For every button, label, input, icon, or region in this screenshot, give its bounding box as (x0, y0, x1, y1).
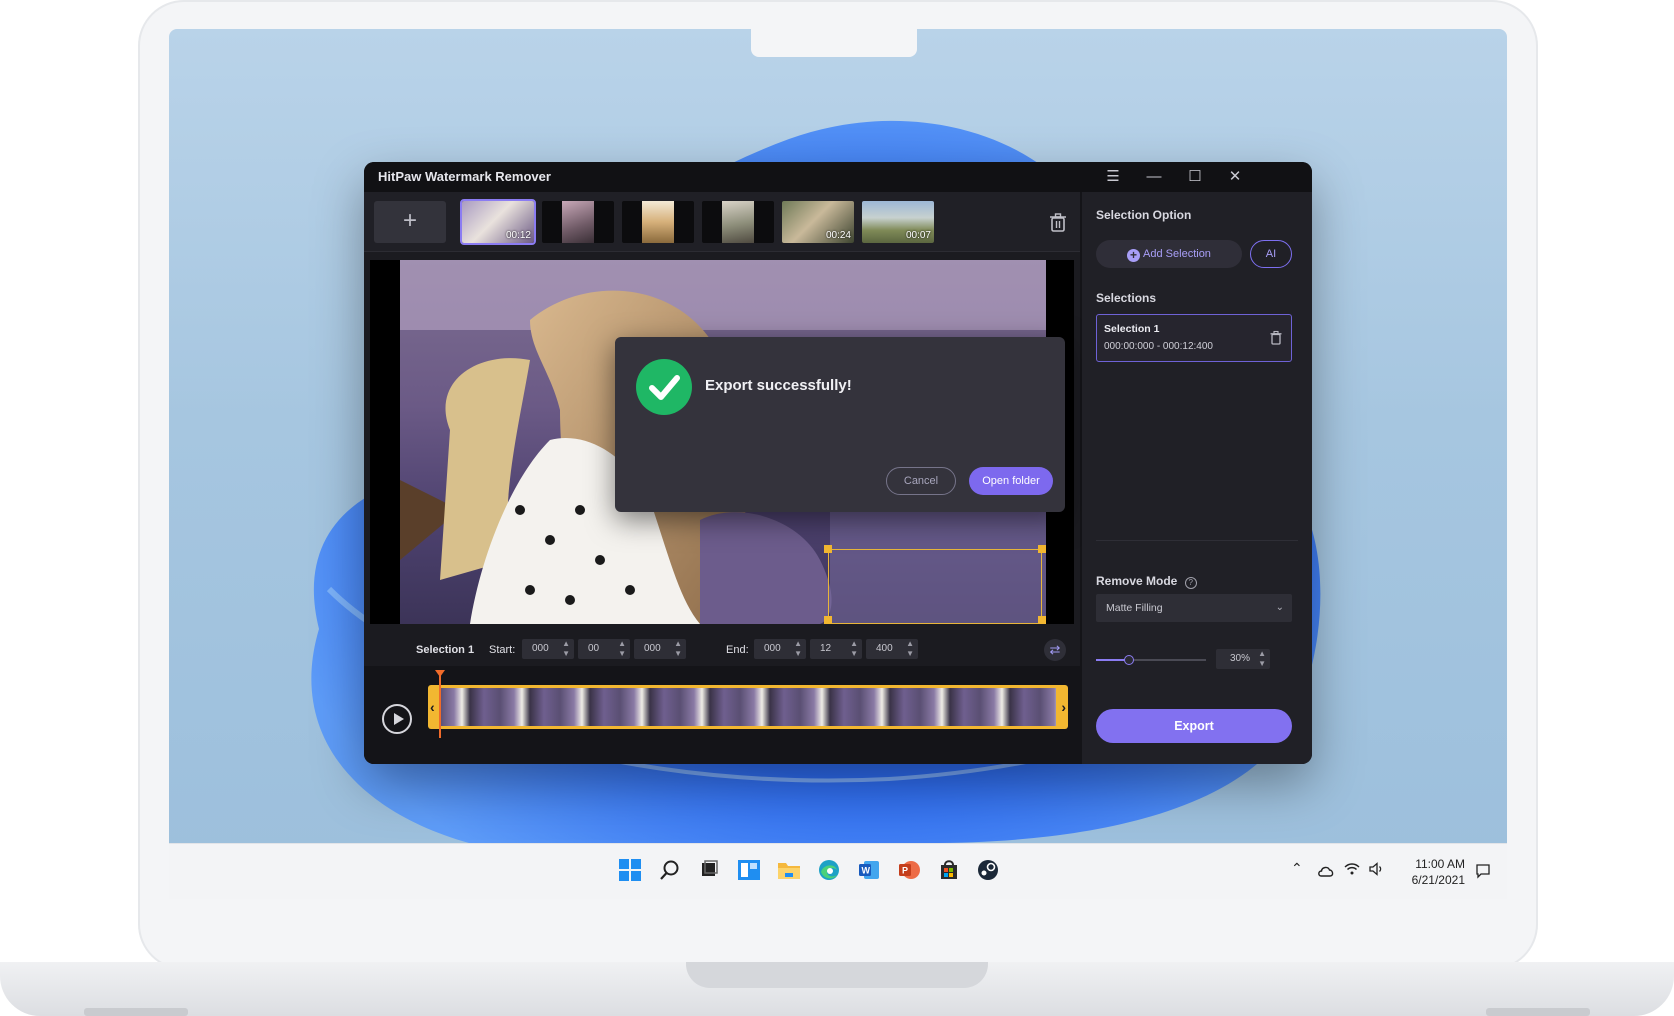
selection-name: Selection 1 (1104, 323, 1160, 335)
swap-icon[interactable]: ⇄ (1044, 639, 1066, 661)
timeline-frames (440, 688, 1056, 726)
system-clock[interactable]: 11:00 AM 6/21/2021 (1412, 856, 1465, 888)
help-icon[interactable]: ? (1184, 577, 1197, 589)
delete-selection-icon[interactable] (1269, 330, 1283, 346)
laptop-hinge (686, 962, 988, 988)
edge-browser-icon[interactable] (815, 856, 843, 884)
onedrive-icon[interactable] (1317, 864, 1335, 878)
selection-time-controls: Selection 1 Start: 000 ▲ ▼ 00 ▲ ▼ 000 ▲ ▼ End:… (364, 632, 1080, 666)
title-bar: HitPaw Watermark Remover ☰ — ☐ ✕ (364, 162, 1312, 192)
end-ms-input[interactable]: 400 ▲ ▼ (866, 639, 918, 659)
settings-panel: Selection Option + Add Selection AI Selec… (1082, 192, 1312, 764)
media-thumbnail[interactable] (702, 201, 774, 243)
thumbnail-duration: 00:24 (825, 230, 851, 241)
wifi-icon[interactable] (1344, 862, 1360, 876)
trim-end-handle[interactable]: › (1061, 699, 1066, 715)
maximize-icon[interactable]: ☐ (1184, 166, 1206, 188)
end-label: End: (726, 644, 749, 656)
resize-handle[interactable] (824, 545, 832, 553)
media-strip: + 00:12 00:24 00:07 (364, 192, 1080, 252)
svg-text:W: W (862, 866, 871, 876)
add-media-button[interactable]: + (374, 201, 446, 243)
store-icon[interactable] (935, 856, 963, 884)
desktop-screen: HitPaw Watermark Remover ☰ — ☐ ✕ + 00:12 (169, 29, 1507, 899)
strength-percent-input[interactable]: 30% ▲ ▼ (1216, 649, 1270, 669)
timeline: ‹ › (364, 666, 1080, 764)
start-hours-input[interactable]: 000 ▲ ▼ (522, 639, 574, 659)
notification-icon[interactable] (1475, 863, 1491, 879)
file-explorer-icon[interactable] (775, 856, 803, 884)
open-folder-button[interactable]: Open folder (969, 467, 1053, 495)
strength-slider[interactable] (1096, 655, 1206, 665)
media-thumbnail[interactable]: 00:12 (460, 199, 536, 245)
trim-start-handle[interactable]: ‹ (430, 699, 435, 715)
chevron-up-icon[interactable]: ⌃ (1291, 860, 1303, 877)
clock-time: 11:00 AM (1415, 857, 1465, 871)
minimize-icon[interactable]: — (1143, 166, 1165, 188)
panel-divider (1096, 540, 1298, 541)
slider-knob[interactable] (1124, 655, 1134, 665)
cancel-button[interactable]: Cancel (886, 467, 956, 495)
add-selection-button[interactable]: + Add Selection (1096, 240, 1242, 268)
playhead[interactable] (435, 670, 445, 738)
menu-icon[interactable]: ☰ (1102, 166, 1124, 188)
app-window: HitPaw Watermark Remover ☰ — ☐ ✕ + 00:12 (364, 162, 1312, 764)
start-ms-input[interactable]: 000 ▲ ▼ (634, 639, 686, 659)
powerpoint-icon[interactable]: P (895, 856, 923, 884)
close-icon[interactable]: ✕ (1224, 166, 1246, 188)
search-icon[interactable] (656, 856, 684, 884)
remove-mode-heading: Remove Mode ? (1096, 574, 1197, 589)
media-thumbnail[interactable] (622, 201, 694, 243)
watermark-selection-box[interactable] (828, 549, 1042, 624)
end-hours-input[interactable]: 000 ▲ ▼ (754, 639, 806, 659)
selection-option-heading: Selection Option (1096, 208, 1192, 222)
success-check-icon (636, 359, 692, 415)
selection-range: 000:00:000 - 000:12:400 (1104, 341, 1213, 352)
timeline-track[interactable]: ‹ › (428, 685, 1068, 729)
selection-card[interactable]: Selection 1 000:00:000 - 000:12:400 (1096, 314, 1292, 362)
start-seconds-input[interactable]: 00 ▲ ▼ (578, 639, 630, 659)
export-button[interactable]: Export (1096, 709, 1292, 743)
media-thumbnail[interactable]: 00:07 (862, 201, 934, 243)
video-preview: Export successfully! Cancel Open folder (370, 260, 1074, 624)
ai-button[interactable]: AI (1250, 240, 1292, 268)
app-title: HitPaw Watermark Remover (378, 169, 551, 184)
delete-media-icon[interactable] (1048, 212, 1068, 234)
taskbar: W P ⌃ 11:00 AM 6/21/2021 (169, 843, 1507, 899)
thumbnail-duration: 00:07 (905, 230, 931, 241)
editor-pane: + 00:12 00:24 00:07 Export successfully!… (364, 192, 1080, 764)
dialog-message: Export successfully! (705, 377, 852, 394)
word-icon[interactable]: W (855, 856, 883, 884)
resize-handle[interactable] (1038, 616, 1046, 624)
task-view-icon[interactable] (695, 856, 723, 884)
export-success-dialog: Export successfully! Cancel Open folder (615, 337, 1065, 512)
media-thumbnail[interactable]: 00:24 (782, 201, 854, 243)
play-button[interactable] (382, 704, 412, 734)
selections-heading: Selections (1096, 291, 1157, 305)
resize-handle[interactable] (824, 616, 832, 624)
volume-icon[interactable] (1369, 862, 1385, 876)
start-label: Start: (489, 644, 516, 656)
chevron-down-icon: ⌄ (1275, 602, 1284, 613)
thumbnail-duration: 00:12 (505, 230, 531, 241)
windows-start-icon[interactable] (616, 856, 644, 884)
end-seconds-input[interactable]: 12 ▲ ▼ (810, 639, 862, 659)
svg-text:P: P (902, 866, 908, 876)
plus-circle-icon: + (1127, 249, 1141, 262)
laptop-foot-right (1486, 1008, 1590, 1016)
laptop-foot-left (84, 1008, 188, 1016)
remove-mode-select[interactable]: Matte Filling ⌄ (1096, 594, 1292, 622)
media-thumbnail[interactable] (542, 201, 614, 243)
selection-label: Selection 1 (416, 644, 475, 656)
resize-handle[interactable] (1038, 545, 1046, 553)
clock-date: 6/21/2021 (1411, 873, 1465, 887)
camera-notch (751, 29, 917, 57)
steam-icon[interactable] (974, 856, 1002, 884)
widgets-icon[interactable] (735, 856, 763, 884)
